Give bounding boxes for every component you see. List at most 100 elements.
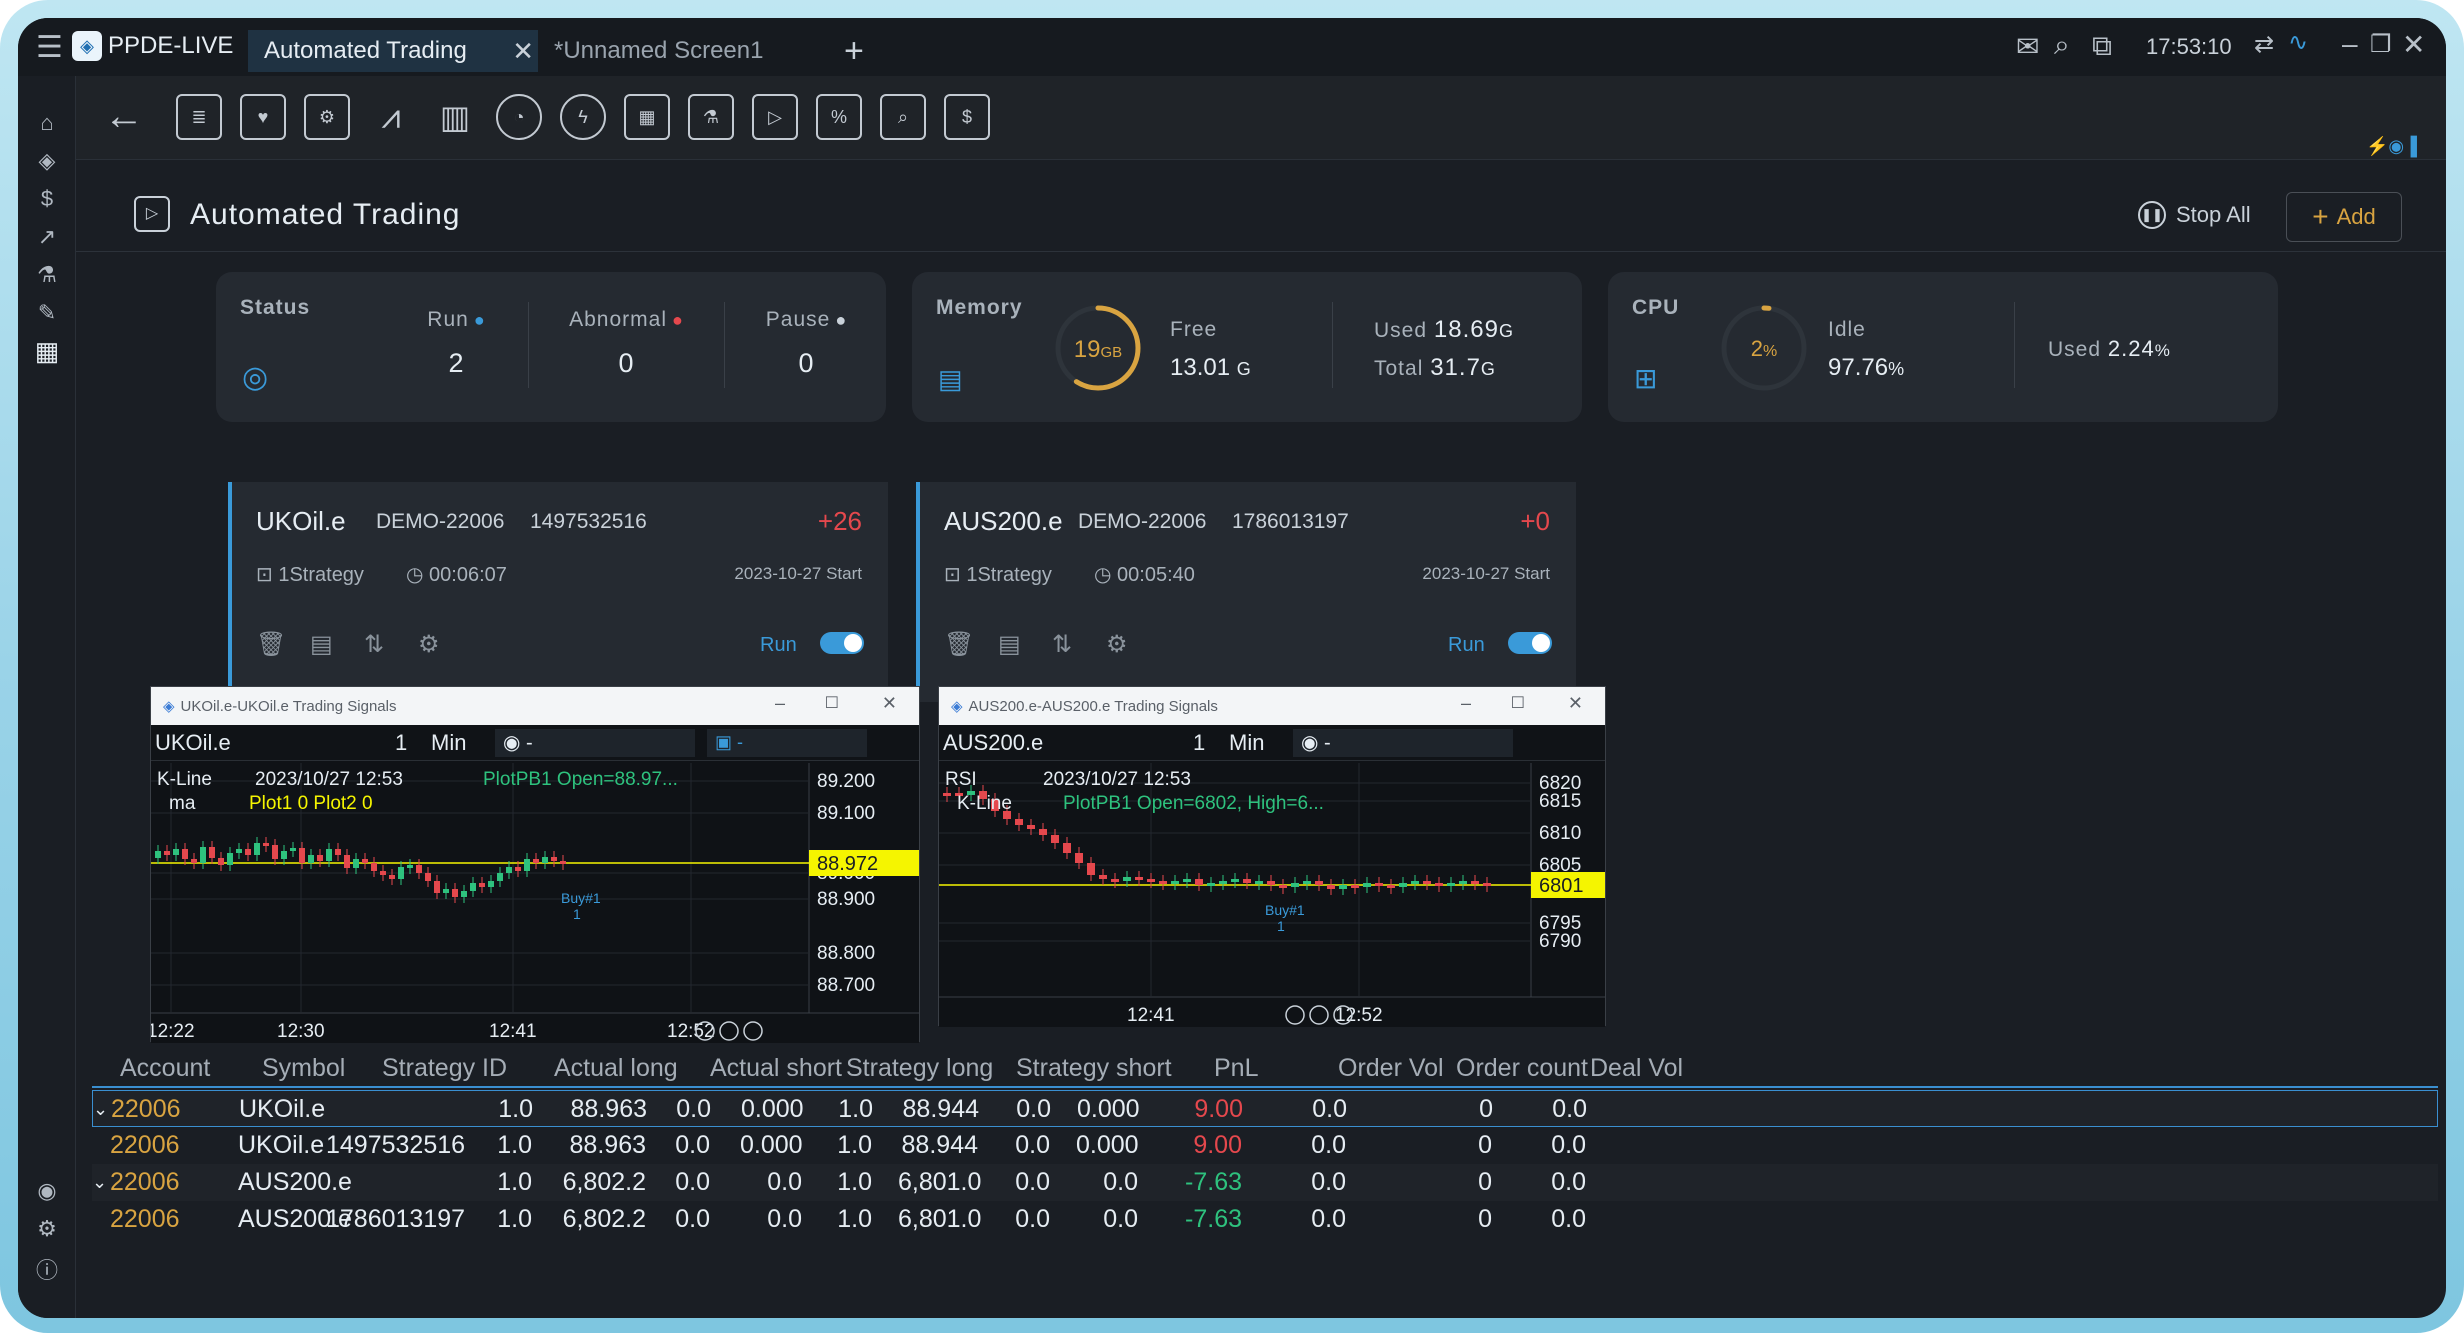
search-icon[interactable]: ⌕ bbox=[2054, 29, 2070, 62]
minimize-icon[interactable]: – bbox=[2342, 28, 2358, 60]
account-selector[interactable]: ◉ - bbox=[495, 728, 695, 757]
delete-icon[interactable]: 🗑 bbox=[256, 630, 286, 659]
edit-icon[interactable]: ✎ bbox=[32, 298, 62, 328]
restore-icon[interactable]: ❐ bbox=[2370, 30, 2392, 59]
cell-ss_p: 0.000 bbox=[1077, 1095, 1140, 1123]
account-selector[interactable]: ◉ - bbox=[1293, 728, 1513, 757]
play-icon[interactable]: ▷ bbox=[752, 94, 798, 140]
new-tab-icon[interactable]: + bbox=[828, 30, 880, 72]
column-header[interactable]: Order count bbox=[1456, 1050, 1588, 1086]
log-icon[interactable]: ▤ bbox=[998, 630, 1021, 659]
minimize-icon[interactable]: – bbox=[775, 693, 785, 714]
stop-all-button[interactable]: ❚❚ Stop All bbox=[2138, 192, 2251, 238]
table-row[interactable]: 22006 AUS200.e 1786013197 1.0 6,802.2 0.0 0.0 1… bbox=[92, 1201, 2438, 1238]
calendar-icon[interactable]: ▦ bbox=[624, 94, 670, 140]
chart-symbol[interactable]: UKOil.e bbox=[155, 730, 395, 756]
column-header[interactable]: Order Vol bbox=[1338, 1050, 1444, 1086]
chart-period-unit[interactable]: Min bbox=[431, 730, 495, 756]
column-header[interactable]: Actual long bbox=[554, 1050, 678, 1086]
automation-icon: ▷ bbox=[134, 196, 170, 232]
column-header[interactable]: Strategy short bbox=[1016, 1050, 1172, 1086]
chart-window-titlebar[interactable]: ◈ UKOil.e-UKOil.e Trading Signals – ☐ ✕ bbox=[151, 687, 919, 725]
gear-icon[interactable]: ⚙ bbox=[418, 630, 440, 659]
chart-period-unit[interactable]: Min bbox=[1229, 730, 1293, 756]
strategy-card-aus200[interactable]: AUS200.e DEMO-22006 1786013197 +0 ⊡ 1Str… bbox=[916, 482, 1576, 702]
maximize-icon[interactable]: ☐ bbox=[825, 693, 839, 713]
menu-icon[interactable]: ☰ bbox=[36, 30, 63, 65]
kline-chart-ukoil[interactable]: 89.20089.10089.00088.90088.80088.70012:2… bbox=[151, 763, 919, 1043]
expand-icon[interactable]: ⌄ bbox=[93, 1091, 108, 1128]
bar-chart-icon[interactable]: ▥ bbox=[432, 94, 478, 140]
back-icon[interactable]: ← bbox=[104, 96, 144, 136]
run-toggle[interactable] bbox=[820, 632, 864, 654]
watchlist-icon[interactable]: ♥ bbox=[240, 94, 286, 140]
delete-icon[interactable]: 🗑 bbox=[944, 630, 974, 659]
chart-symbol[interactable]: AUS200.e bbox=[943, 730, 1193, 756]
layers-icon[interactable]: ◈ bbox=[32, 146, 62, 176]
cell-dvol: 0.0 bbox=[1551, 1131, 1586, 1159]
sort-icon[interactable]: ⇅ bbox=[364, 630, 384, 659]
chart-period-num[interactable]: 1 bbox=[395, 730, 431, 756]
dollar-icon[interactable]: $ bbox=[32, 184, 62, 214]
home-icon[interactable]: ⌂ bbox=[32, 108, 62, 138]
strategy-selector[interactable]: ▣ - bbox=[707, 728, 867, 757]
line-chart-icon[interactable]: ⩘ bbox=[368, 94, 414, 140]
table-row[interactable]: ⌄ 22006 AUS200.e 1.0 6,802.2 0.0 0.0 1.0 6,801.0… bbox=[92, 1164, 2438, 1201]
cpu-gauge-value: 2 bbox=[1750, 336, 1763, 361]
cash-icon[interactable]: $ bbox=[944, 94, 990, 140]
column-header[interactable]: Symbol bbox=[262, 1050, 345, 1086]
camera-icon[interactable]: ⚡◉▐ bbox=[2366, 136, 2417, 157]
column-header[interactable]: Deal Vol bbox=[1590, 1050, 1683, 1086]
column-header[interactable]: PnL bbox=[1214, 1050, 1258, 1086]
info-icon[interactable]: ⓘ bbox=[32, 1254, 62, 1284]
percent-icon[interactable]: % bbox=[816, 94, 862, 140]
user-icon[interactable]: ◉ bbox=[32, 1176, 62, 1206]
column-header[interactable]: Strategy ID bbox=[382, 1050, 507, 1086]
close-icon[interactable]: ✕ bbox=[882, 693, 897, 714]
screenshot-icon[interactable]: ⧉ bbox=[2092, 30, 2112, 63]
list-icon[interactable]: ≣ bbox=[176, 94, 222, 140]
chart-line-icon[interactable]: ↗ bbox=[32, 222, 62, 252]
chart-window-titlebar[interactable]: ◈ AUS200.e-AUS200.e Trading Signals – ☐ … bbox=[939, 687, 1605, 725]
config-icon[interactable]: ⚙ bbox=[304, 94, 350, 140]
table-row[interactable]: ⌄ 22006 UKOil.e 1.0 88.963 0.0 0.000 1.0 88.944 0… bbox=[92, 1090, 2438, 1127]
clock-icon: ◷ bbox=[406, 564, 430, 586]
strategy-card-ukoil[interactable]: UKOil.e DEMO-22006 1497532516 +26 ⊡ 1Str… bbox=[228, 482, 888, 702]
close-icon[interactable]: ✕ bbox=[1568, 693, 1583, 714]
flash-icon[interactable]: ϟ bbox=[560, 94, 606, 140]
column-header[interactable]: Account bbox=[120, 1050, 210, 1086]
column-header[interactable]: Strategy long bbox=[846, 1050, 993, 1086]
tab-unnamed-screen[interactable]: *Unnamed Screen1 bbox=[538, 30, 828, 72]
chart-period-num[interactable]: 1 bbox=[1193, 730, 1229, 756]
cell-al_p: 6,802.2 bbox=[562, 1205, 646, 1233]
candle bbox=[434, 881, 440, 893]
maximize-icon[interactable]: ☐ bbox=[1511, 693, 1525, 713]
mail-icon[interactable]: ✉ bbox=[2016, 30, 2039, 63]
close-icon[interactable]: ✕ bbox=[512, 36, 534, 67]
tab-automated-trading[interactable]: Automated Trading ✕ bbox=[248, 30, 538, 72]
chart-window-aus200[interactable]: ◈ AUS200.e-AUS200.e Trading Signals – ☐ … bbox=[938, 686, 1606, 1027]
gear-icon[interactable]: ⚙ bbox=[1106, 630, 1128, 659]
expand-icon[interactable]: ⌄ bbox=[92, 1164, 107, 1201]
settings-icon[interactable]: ⚙ bbox=[32, 1214, 62, 1244]
run-toggle[interactable] bbox=[1508, 632, 1552, 654]
lab-icon[interactable]: ⚗ bbox=[688, 94, 734, 140]
used-label: Used bbox=[1374, 319, 1428, 342]
cpu-used-row: Used 2.24% bbox=[2048, 336, 2171, 362]
minimize-icon[interactable]: – bbox=[1461, 693, 1471, 714]
x-tick-label: 12:52 bbox=[1335, 1005, 1383, 1026]
sort-icon[interactable]: ⇅ bbox=[1052, 630, 1072, 659]
table-row[interactable]: 22006 UKOil.e 1497532516 1.0 88.963 0.0 0.000 1… bbox=[92, 1127, 2438, 1164]
chart-window-ukoil[interactable]: ◈ UKOil.e-UKOil.e Trading Signals – ☐ ✕ … bbox=[150, 686, 920, 1043]
column-header[interactable]: Actual short bbox=[710, 1050, 842, 1086]
flask-icon[interactable]: ⚗ bbox=[32, 260, 62, 290]
candle bbox=[1411, 881, 1419, 884]
total-label: Total bbox=[1374, 357, 1424, 380]
analyze-icon[interactable]: ⌕ bbox=[880, 94, 926, 140]
window-close-icon[interactable]: ✕ bbox=[2402, 28, 2425, 61]
apps-grid-icon[interactable]: ▦ bbox=[32, 336, 62, 366]
add-button[interactable]: + Add bbox=[2286, 192, 2402, 242]
kline-chart-aus200[interactable]: 68206815681068056795679012:41 12:526801RS… bbox=[939, 763, 1605, 1027]
gauge-icon[interactable]: ◔ bbox=[496, 94, 542, 140]
log-icon[interactable]: ▤ bbox=[310, 630, 333, 659]
